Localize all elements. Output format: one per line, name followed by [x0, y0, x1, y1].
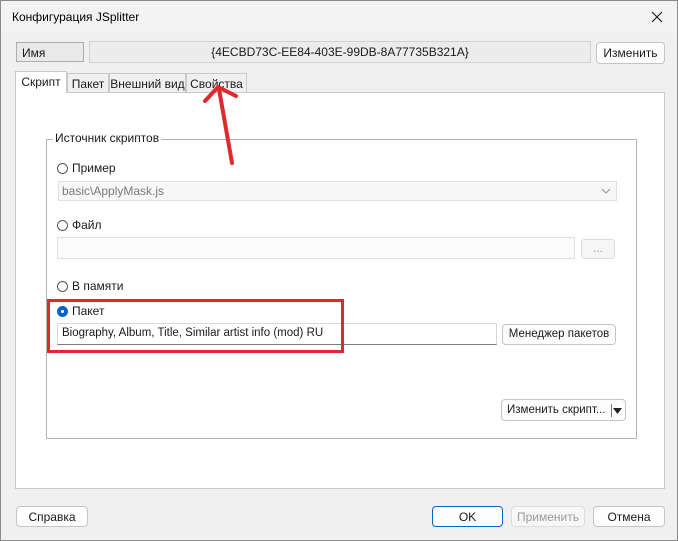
title-bar: Конфигурация JSplitter — [1, 1, 677, 33]
change-script-label: Изменить скрипт... — [507, 404, 606, 416]
radio-sample-indicator — [57, 162, 68, 174]
change-script-split-button[interactable]: Изменить скрипт... — [501, 399, 626, 421]
window-title: Конфигурация JSplitter — [12, 10, 140, 24]
tab-appearance[interactable]: Внешний вид — [109, 73, 186, 92]
help-button[interactable]: Справка — [16, 506, 88, 527]
radio-package-label: Пакет — [72, 304, 105, 318]
tab-script[interactable]: Скрипт — [15, 71, 67, 93]
browse-button: ... — [581, 239, 615, 259]
close-button[interactable] — [643, 4, 671, 30]
tab-properties[interactable]: Свойства — [186, 73, 247, 92]
ok-button[interactable]: OK — [432, 506, 503, 527]
apply-button[interactable]: Применить — [511, 506, 585, 527]
sample-script-value: basic\ApplyMask.js — [62, 184, 165, 198]
script-source-group-title: Источник скриптов — [53, 131, 162, 145]
radio-memory[interactable]: В памяти — [57, 279, 123, 293]
guid-field[interactable]: {4ECBD73C-EE84-403E-99DB-8A77735B321A} — [89, 41, 591, 63]
name-label: Имя — [16, 42, 84, 62]
close-icon — [651, 11, 663, 23]
rename-button[interactable]: Изменить — [596, 42, 665, 64]
radio-package-indicator — [57, 305, 68, 317]
package-manager-button[interactable]: Менеджер пакетов — [502, 324, 616, 345]
dialog-window: Конфигурация JSplitter Имя {4ECBD73C-EE8… — [0, 0, 678, 541]
radio-package[interactable]: Пакет — [57, 304, 104, 318]
tab-package[interactable]: Пакет — [67, 73, 109, 92]
package-name-field[interactable]: Biography, Album, Title, Similar artist … — [57, 323, 497, 345]
radio-file-indicator — [57, 219, 68, 231]
chevron-down-icon — [601, 188, 611, 194]
split-divider — [611, 404, 612, 417]
radio-memory-indicator — [57, 280, 68, 292]
dropdown-arrow-icon[interactable] — [613, 408, 622, 414]
sample-script-combo: basic\ApplyMask.js — [58, 181, 617, 201]
radio-memory-label: В памяти — [72, 279, 124, 293]
radio-file[interactable]: Файл — [57, 218, 102, 232]
cancel-button[interactable]: Отмена — [593, 506, 665, 527]
radio-file-label: Файл — [72, 218, 102, 232]
radio-sample[interactable]: Пример — [57, 161, 116, 175]
radio-sample-label: Пример — [72, 161, 116, 175]
file-path-input — [57, 237, 575, 259]
